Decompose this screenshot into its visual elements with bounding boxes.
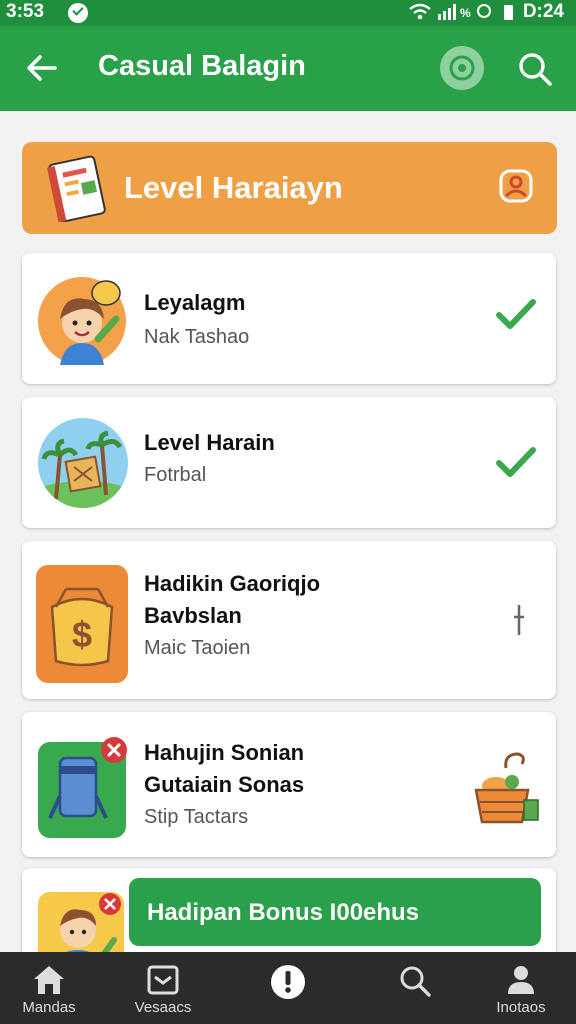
bonus-button[interactable]: Hadipan Bonus I00ehus [129,878,541,946]
banner-title: Level Haraiayn [124,170,343,205]
inbox-icon [147,965,179,995]
alert-icon [271,965,305,999]
user-outline-icon [499,169,533,203]
notebook-icon [46,155,106,222]
check-icon [496,299,536,329]
card-subtitle: Nak Tashao [144,326,250,348]
boy-avatar-icon [38,277,126,365]
list-item[interactable]: $ Hadikin Gaoriqjo Bavbslan Maic Taoien [22,541,556,699]
notification-check-icon [68,3,88,23]
status-clock: D:24 [522,1,564,22]
bottom-nav: Mandas Vesaacs Inotaos [0,952,576,1024]
nav-item-profile[interactable]: Inotaos [466,952,576,1024]
check-icon [496,447,536,477]
app-bar: Casual Balagin [0,26,576,111]
search-button[interactable] [516,50,554,88]
status-time: 3:53 [6,1,45,22]
pin-icon [514,605,524,635]
card-title: Hadikin Gaoriqjo [144,571,321,596]
nav-label: Inotaos [496,999,546,1016]
card-subtitle: Maic Taoien [144,637,251,659]
card-subtitle: Stip Tactars [144,806,249,828]
status-bar: 3:53 % D:24 [0,0,576,26]
nav-item-search[interactable] [358,952,468,1024]
card-title-line2: Bavbslan [144,603,242,628]
nav-item-inbox[interactable]: Vesaacs [108,952,218,1024]
svg-text:$: $ [72,614,92,655]
nav-item-home[interactable]: Mandas [0,952,104,1024]
card-title: Level Harain [144,430,275,455]
nav-label: Vesaacs [134,999,192,1016]
nav-item-alerts[interactable] [233,952,343,1024]
card-subtitle: Fotrbal [144,464,207,486]
list-item[interactable]: Hahujin Sonian Gutaiain Sonas Stip Tacta… [22,712,556,857]
person-icon [508,966,534,994]
back-button[interactable] [24,50,60,86]
nav-label: Mandas [22,999,76,1016]
bonus-button-label: Hadipan Bonus I00ehus [147,899,420,926]
home-icon [34,966,64,994]
level-banner[interactable]: Level Haraiayn [22,142,557,234]
card-title-line2: Gutaiain Sonas [144,772,305,797]
target-button[interactable] [440,46,484,90]
list-item[interactable]: Level Harain Fotrbal [22,397,556,528]
search-icon [519,53,552,86]
target-icon [449,55,475,81]
basket-icon [474,752,539,824]
card-title: Leyalagm [144,290,246,315]
package-icon [38,737,127,838]
status-indicators-icon: % [408,2,518,27]
list-item[interactable]: Leyalagm Nak Tashao [22,253,556,384]
svg-text:%: % [460,6,472,20]
search-icon [400,966,431,997]
page-title: Casual Balagin [98,50,306,82]
card-title: Hahujin Sonian [144,740,305,765]
arrow-left-icon [27,55,57,81]
money-bag-icon: $ [36,565,128,683]
island-icon [38,418,128,508]
